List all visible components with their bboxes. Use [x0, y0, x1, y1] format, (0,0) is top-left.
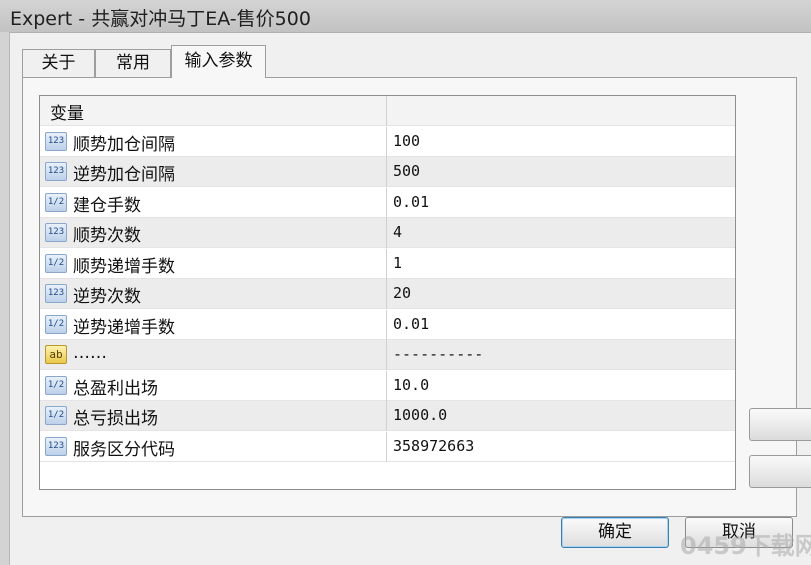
param-value[interactable]: 4 [393, 223, 402, 241]
double-icon: 1/2 [45, 315, 67, 334]
param-value[interactable]: ---------- [393, 345, 483, 363]
header-variable-label: 变量 [50, 104, 84, 124]
param-value-cell[interactable]: 1 [387, 249, 735, 279]
tab-inputs[interactable]: 输入参数 [171, 45, 266, 78]
param-value-cell[interactable]: 100 [387, 127, 735, 157]
param-name-cell: 123 逆势次数 [40, 279, 387, 309]
param-name-cell: 1/2 总盈利出场 [40, 371, 387, 401]
expert-properties-dialog: Expert - 共赢对冲马丁EA-售价500 关于 常用 输入参数 变量 12… [0, 0, 811, 565]
param-row[interactable]: 1/2 总亏损出场 1000.0 [40, 401, 735, 431]
double-icon: 1/2 [45, 193, 67, 212]
param-name-cell: 1/2 建仓手数 [40, 188, 387, 218]
load-button[interactable] [749, 408, 811, 441]
param-name: 顺势次数 [73, 226, 141, 246]
inputs-grid: 变量 123 顺势加仓间隔 100 123 逆势加仓间隔 500 1/2 建仓手数 0.01 12… [39, 95, 736, 490]
param-value[interactable]: 20 [393, 284, 411, 302]
param-name-cell: 1/2 总亏损出场 [40, 401, 387, 431]
param-value-cell[interactable]: 0.01 [387, 188, 735, 218]
param-value[interactable]: 100 [393, 132, 420, 150]
double-icon: 1/2 [45, 406, 67, 425]
param-name: 建仓手数 [73, 196, 141, 216]
param-row[interactable]: 1/2 总盈利出场 10.0 [40, 371, 735, 401]
param-name-cell: 123 顺势次数 [40, 218, 387, 248]
param-row[interactable]: 1/2 顺势递增手数 1 [40, 249, 735, 279]
param-name: 顺势加仓间隔 [73, 135, 175, 155]
param-value-cell[interactable]: 0.01 [387, 310, 735, 340]
save-button[interactable] [749, 455, 811, 488]
param-value-cell[interactable]: ---------- [387, 340, 735, 370]
param-row[interactable]: 123 逆势次数 20 [40, 279, 735, 309]
watermark: 0459下载网 [680, 532, 811, 560]
param-name-cell: 1/2 逆势递增手数 [40, 310, 387, 340]
param-name: 顺势递增手数 [73, 257, 175, 277]
header-name-cell: 变量 [40, 96, 387, 126]
int-icon: 123 [45, 132, 67, 151]
param-value-cell[interactable]: 10.0 [387, 371, 735, 401]
param-name: 服务区分代码 [73, 440, 175, 460]
param-value-cell[interactable]: 1000.0 [387, 401, 735, 431]
param-row[interactable]: 123 逆势加仓间隔 500 [40, 157, 735, 187]
param-row[interactable]: 123 顺势次数 4 [40, 218, 735, 248]
int-icon: 123 [45, 223, 67, 242]
param-name: …… [73, 343, 107, 363]
tab-common[interactable]: 常用 [95, 49, 171, 77]
param-row[interactable]: 123 顺势加仓间隔 100 [40, 127, 735, 157]
int-icon: 123 [45, 437, 67, 456]
int-icon: 123 [45, 162, 67, 181]
tab-about[interactable]: 关于 [22, 49, 95, 77]
param-value[interactable]: 358972663 [393, 437, 474, 455]
param-row[interactable]: 123 服务区分代码 358972663 [40, 432, 735, 462]
string-icon: ab [45, 345, 67, 364]
param-value[interactable]: 500 [393, 162, 420, 180]
ok-button[interactable]: 确定 [561, 517, 669, 548]
header-value-cell [387, 96, 735, 126]
param-name: 逆势次数 [73, 287, 141, 307]
int-icon: 123 [45, 284, 67, 303]
window-title: Expert - 共赢对冲马丁EA-售价500 [10, 8, 311, 30]
param-row[interactable]: ab …… ---------- [40, 340, 735, 370]
param-name: 逆势加仓间隔 [73, 165, 175, 185]
param-value[interactable]: 0.01 [393, 193, 429, 211]
param-value-cell[interactable]: 4 [387, 218, 735, 248]
param-name-cell: 123 顺势加仓间隔 [40, 127, 387, 157]
param-value[interactable]: 1 [393, 254, 402, 272]
double-icon: 1/2 [45, 254, 67, 273]
param-name-cell: ab …… [40, 340, 387, 370]
param-row[interactable]: 1/2 建仓手数 0.01 [40, 188, 735, 218]
param-value[interactable]: 1000.0 [393, 406, 447, 424]
param-name: 总亏损出场 [73, 409, 158, 429]
param-name: 逆势递增手数 [73, 318, 175, 338]
param-name-cell: 123 服务区分代码 [40, 432, 387, 462]
param-value[interactable]: 10.0 [393, 376, 429, 394]
param-name: 总盈利出场 [73, 379, 158, 399]
param-value-cell[interactable]: 20 [387, 279, 735, 309]
param-value-cell[interactable]: 500 [387, 157, 735, 187]
param-row[interactable]: 1/2 逆势递增手数 0.01 [40, 310, 735, 340]
param-name-cell: 1/2 顺势递增手数 [40, 249, 387, 279]
title-bar[interactable]: Expert - 共赢对冲马丁EA-售价500 [0, 0, 811, 33]
param-value[interactable]: 0.01 [393, 315, 429, 333]
double-icon: 1/2 [45, 376, 67, 395]
grid-header-row: 变量 [40, 96, 735, 126]
window-frame-left [0, 32, 10, 565]
param-value-cell[interactable]: 358972663 [387, 432, 735, 462]
param-name-cell: 123 逆势加仓间隔 [40, 157, 387, 187]
